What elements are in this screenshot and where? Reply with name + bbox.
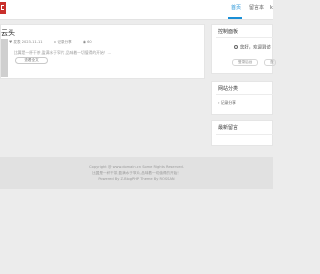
post-category[interactable]: ▫ 记录分享 <box>54 40 77 44</box>
second-panel-button[interactable]: 查 <box>264 59 276 66</box>
post-meta: ♥ 发表 2023-11-11 ▫ 记录分享 ◉ 60 <box>9 40 102 45</box>
top-navigation-bar: 首页 留言本 k <box>0 0 273 20</box>
category-item[interactable]: › 记录分享 <box>218 100 236 105</box>
divider <box>216 94 274 95</box>
footer-motto: 比翼是一杯干茶,盈满水于窄片,品味着一切值得的开始！ <box>92 171 181 175</box>
latest-comments-title: 最新留言 <box>218 125 239 131</box>
control-panel-widget: 控制面板 您好，欢迎到访 登录后台 查 <box>211 24 276 74</box>
footer-powered-by[interactable]: Powered By Z-BlogPHP Theme By ROSSAN <box>0 177 273 182</box>
site-logo[interactable] <box>0 2 6 14</box>
greeting: 您好，欢迎到访 <box>234 45 271 52</box>
post-views: ◉ 60 <box>82 40 92 44</box>
read-more-button[interactable]: 查看全文 <box>15 57 48 64</box>
site-footer: Copyright @ www.domain.cn Some Rights Re… <box>0 157 273 189</box>
post-thumbnail[interactable] <box>1 39 8 77</box>
user-icon <box>234 45 238 49</box>
admin-login-button[interactable]: 登录后台 <box>232 59 258 66</box>
post-date: ♥ 发表 2023-11-11 <box>9 40 43 44</box>
post-excerpt: 比翼是一杯干茶,盈满水于窄片,品味着一切值得的开始！... <box>14 50 112 55</box>
nav-more[interactable]: k <box>270 5 273 12</box>
post-card: 云头 ♥ 发表 2023-11-11 ▫ 记录分享 ◉ 60 比翼是一杯干茶,盈… <box>0 24 205 79</box>
latest-comments-widget: 最新留言 <box>211 120 274 146</box>
categories-widget: 网站分类 › 记录分享 <box>211 81 274 115</box>
nav-guestbook[interactable]: 留言本 <box>249 5 264 12</box>
divider <box>216 134 274 135</box>
control-panel-title: 控制面板 <box>218 29 239 35</box>
active-nav-indicator <box>228 17 242 19</box>
nav-home[interactable]: 首页 <box>231 5 241 12</box>
post-title[interactable]: 云头 <box>1 29 15 38</box>
divider <box>216 37 274 38</box>
categories-title: 网站分类 <box>218 86 239 92</box>
footer-copyright: Copyright @ www.domain.cn Some Rights Re… <box>89 165 184 169</box>
